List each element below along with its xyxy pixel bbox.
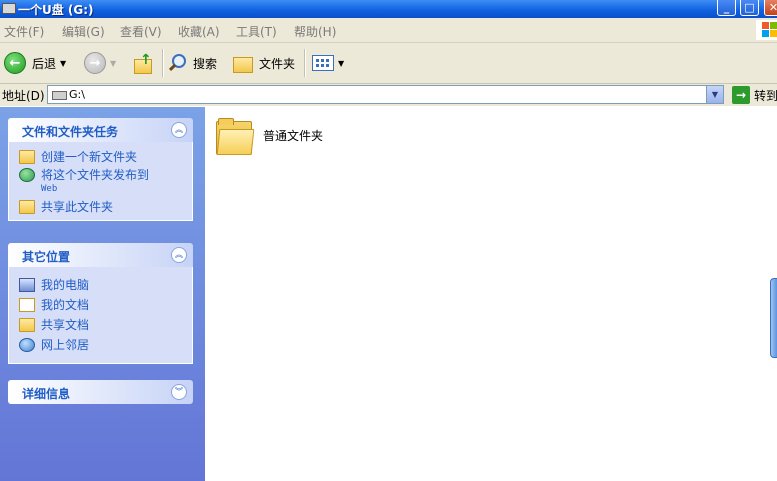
place-shared-documents-label: 共享文档: [41, 318, 90, 332]
back-arrow-icon: ←: [4, 52, 26, 74]
file-tasks-title: 文件和文件夹任务: [22, 125, 119, 139]
toolbar-separator: [162, 49, 164, 77]
toolbar: ← 后退 ▼ → ▼ ↑ 搜索 文件夹 ▼: [0, 43, 777, 84]
forward-arrow-icon: →: [84, 52, 106, 74]
views-icon: [312, 55, 334, 71]
publish-web-icon: [19, 168, 35, 182]
maximize-button[interactable]: □: [740, 0, 759, 16]
file-item-name: 普通文件夹: [263, 129, 324, 143]
task-pane: 文件和文件夹任务 ︽ 创建一个新文件夹 将这个文件夹发布到 Web 共享此文件夹: [0, 107, 205, 481]
task-publish-web-sub: Web: [41, 184, 58, 194]
task-new-folder-label: 创建一个新文件夹: [41, 150, 138, 164]
my-computer-icon: [19, 278, 35, 292]
title-bar[interactable]: 一个U盘 (G:) _ □ ✕: [0, 0, 777, 18]
place-shared-documents[interactable]: 共享文档: [9, 315, 192, 335]
place-network-label: 网上邻居: [41, 338, 90, 352]
file-item[interactable]: 普通文件夹: [205, 107, 335, 163]
go-button[interactable]: → 转到: [732, 86, 777, 104]
drive-icon: [52, 91, 67, 100]
share-folder-icon: [19, 200, 35, 214]
place-my-documents[interactable]: 我的文档: [9, 295, 192, 315]
new-folder-icon: [19, 150, 35, 164]
address-dropdown-button[interactable]: ▼: [706, 86, 723, 103]
views-dropdown-icon[interactable]: ▼: [338, 59, 344, 68]
window-title: 一个U盘 (G:): [18, 3, 94, 17]
expand-chevron-icon[interactable]: ︾: [171, 384, 187, 400]
task-share-folder[interactable]: 共享此文件夹: [9, 198, 192, 216]
other-places-panel: 其它位置 ︽ 我的电脑 我的文档 共享文档 网上邻居: [8, 243, 193, 364]
views-button[interactable]: ▼: [312, 51, 344, 75]
address-value: G:\: [69, 88, 85, 101]
place-my-computer-label: 我的电脑: [41, 278, 90, 292]
toolbar-separator: [304, 49, 306, 77]
windows-logo-icon: [756, 20, 777, 40]
menu-view[interactable]: 查看(V): [120, 23, 162, 40]
folders-button[interactable]: 文件夹: [231, 51, 295, 75]
file-tasks-header[interactable]: 文件和文件夹任务 ︽: [8, 118, 193, 142]
other-places-header[interactable]: 其它位置 ︽: [8, 243, 193, 267]
task-new-folder[interactable]: 创建一个新文件夹: [9, 148, 192, 166]
search-label: 搜索: [193, 56, 218, 71]
menu-favorites[interactable]: 收藏(A): [178, 23, 220, 40]
task-share-folder-label: 共享此文件夹: [41, 200, 114, 214]
place-my-documents-label: 我的文档: [41, 298, 90, 312]
back-button[interactable]: ← 后退 ▼: [4, 51, 66, 75]
menu-bar: 文件(F) 编辑(G) 查看(V) 收藏(A) 工具(T) 帮助(H): [0, 18, 777, 43]
menu-file[interactable]: 文件(F): [4, 23, 44, 40]
other-places-title: 其它位置: [22, 250, 71, 264]
folder-icon: [216, 118, 255, 155]
details-header[interactable]: 详细信息 ︾: [8, 380, 193, 404]
address-label: 地址(D): [2, 89, 45, 103]
file-tasks-panel: 文件和文件夹任务 ︽ 创建一个新文件夹 将这个文件夹发布到 Web 共享此文件夹: [8, 118, 193, 221]
file-list[interactable]: 普通文件夹: [205, 107, 777, 481]
back-dropdown-icon[interactable]: ▼: [60, 59, 66, 68]
address-input[interactable]: G:\ ▼: [47, 85, 724, 104]
place-my-computer[interactable]: 我的电脑: [9, 275, 192, 295]
details-title: 详细信息: [22, 387, 71, 401]
up-folder-icon: ↑: [133, 52, 153, 74]
collapse-chevron-icon[interactable]: ︽: [171, 122, 187, 138]
drive-icon: [2, 3, 16, 14]
menu-edit[interactable]: 编辑(G): [62, 23, 105, 40]
forward-button[interactable]: → ▼: [84, 51, 116, 75]
place-network[interactable]: 网上邻居: [9, 335, 192, 355]
forward-dropdown-icon[interactable]: ▼: [110, 59, 116, 68]
search-icon: [168, 54, 186, 72]
address-bar: 地址(D) G:\ ▼ → 转到: [0, 84, 777, 106]
minimize-button[interactable]: _: [717, 0, 736, 16]
shared-documents-icon: [19, 318, 35, 332]
collapse-chevron-icon[interactable]: ︽: [171, 247, 187, 263]
up-button[interactable]: ↑: [133, 51, 153, 75]
go-label: 转到: [754, 88, 777, 103]
folders-label: 文件夹: [259, 56, 296, 71]
desktop-window-edge: [770, 278, 777, 358]
task-publish-web[interactable]: 将这个文件夹发布到 Web: [9, 166, 192, 198]
network-places-icon: [19, 338, 35, 352]
go-arrow-icon: →: [732, 86, 750, 104]
menu-help[interactable]: 帮助(H): [294, 23, 336, 40]
folders-icon: [231, 54, 253, 73]
search-button[interactable]: 搜索: [168, 51, 217, 75]
task-publish-web-label: 将这个文件夹发布到: [41, 168, 150, 182]
back-label: 后退: [32, 56, 57, 71]
close-button[interactable]: ✕: [764, 0, 777, 16]
my-documents-icon: [19, 298, 35, 312]
menu-tools[interactable]: 工具(T): [236, 23, 277, 40]
details-panel: 详细信息 ︾: [8, 380, 193, 404]
